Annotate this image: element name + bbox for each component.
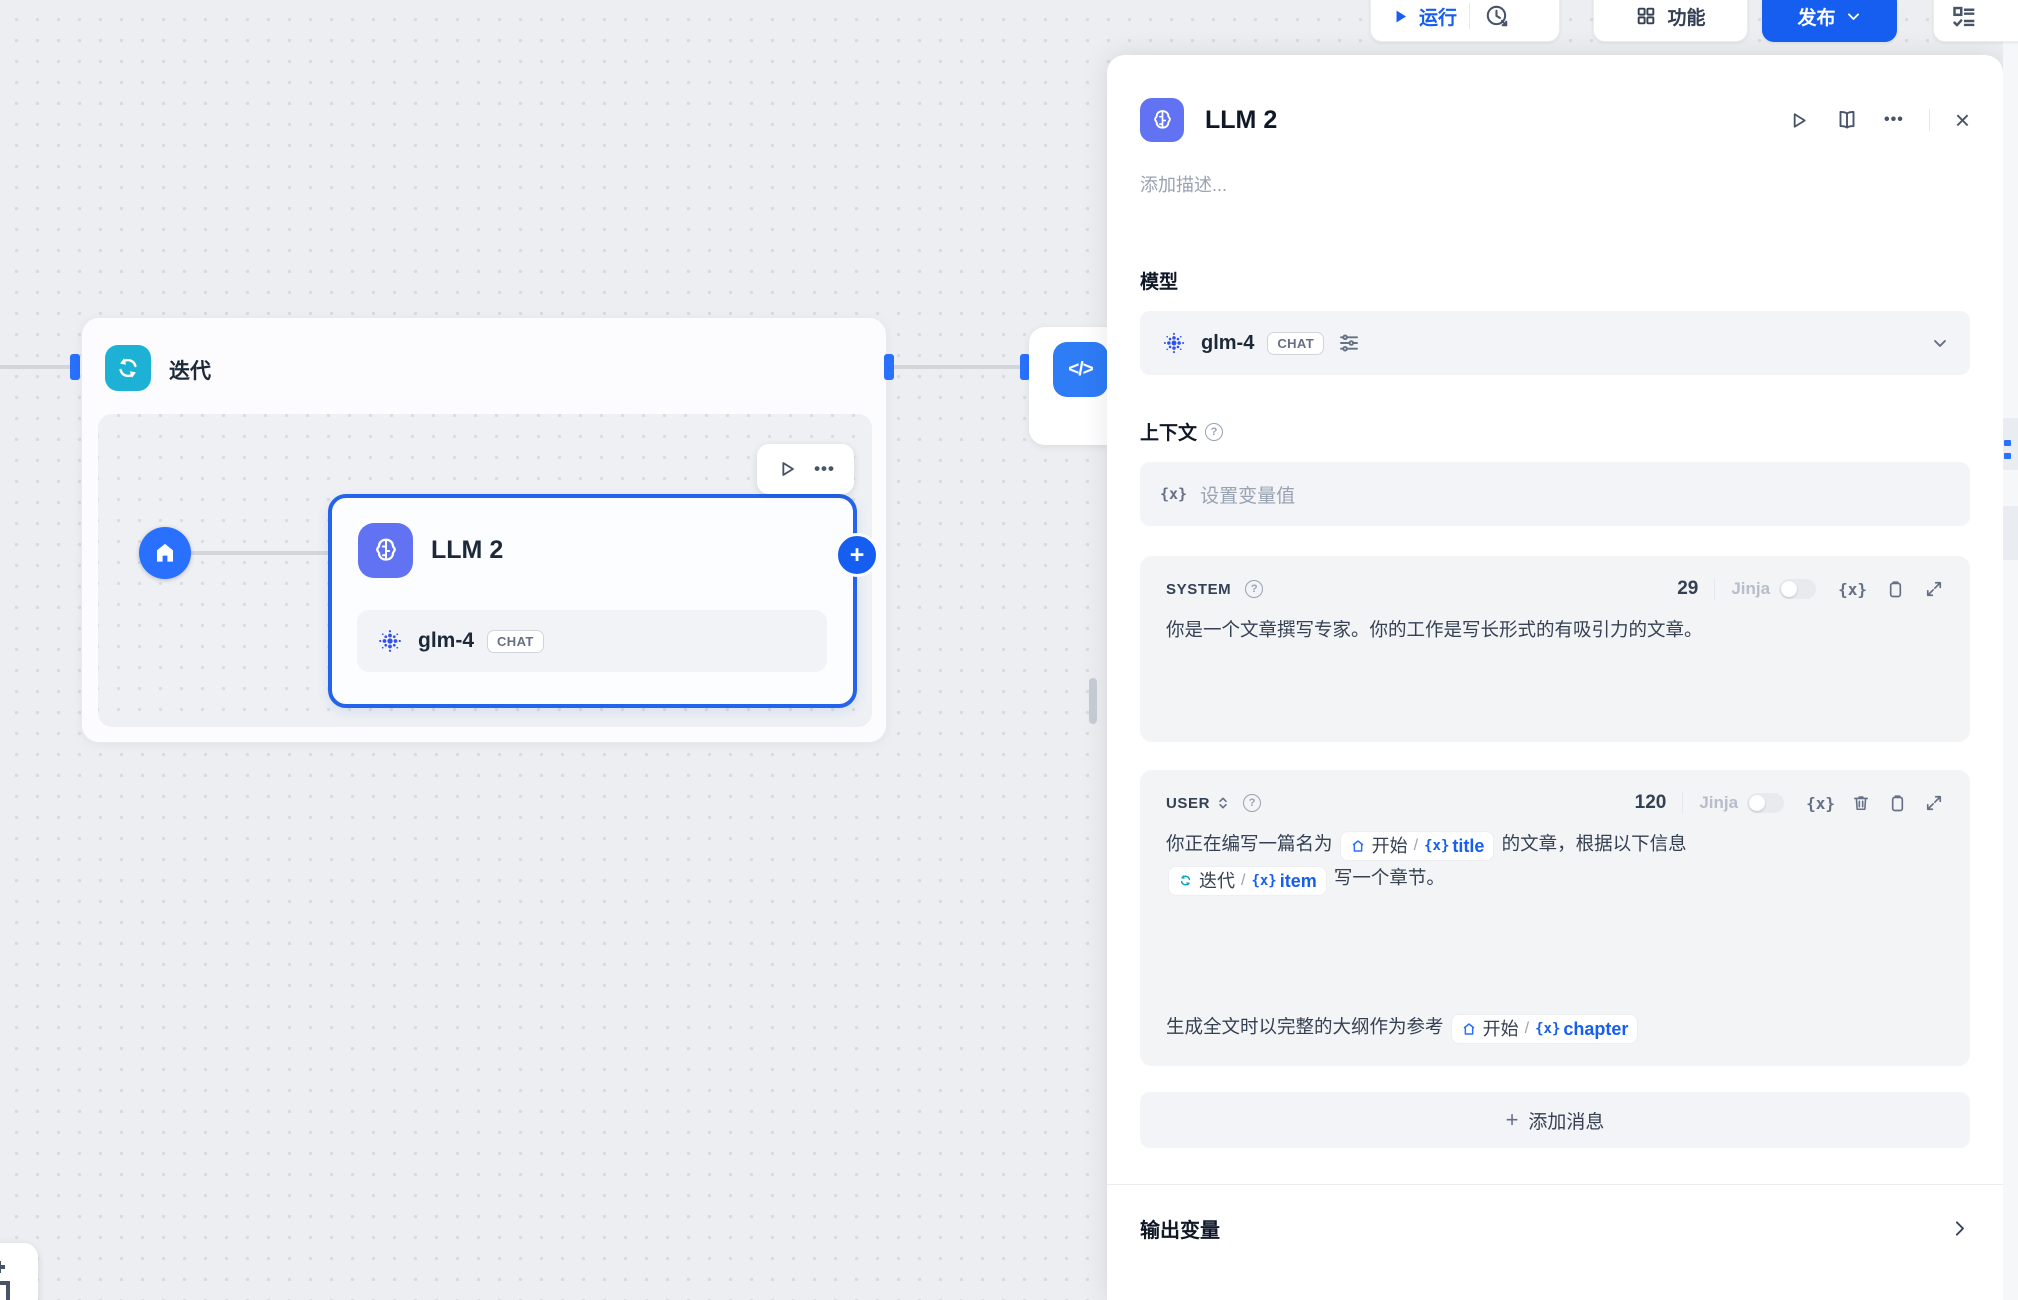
jinja-toggle[interactable] xyxy=(1779,579,1816,599)
iteration-input-port[interactable] xyxy=(70,354,80,380)
system-role-label: SYSTEM xyxy=(1166,581,1231,598)
chevron-down-icon xyxy=(1845,8,1862,25)
run-group: 运行 xyxy=(1370,0,1560,42)
model-badge: CHAT xyxy=(1267,332,1324,355)
help-icon: ? xyxy=(1245,580,1263,598)
llm-node-model-row: glm-4 CHAT xyxy=(357,610,827,672)
node-more-button[interactable]: ••• xyxy=(814,459,835,479)
copy-icon[interactable] xyxy=(1885,579,1906,600)
docs-book-button[interactable] xyxy=(1835,108,1859,132)
context-variable-input[interactable]: {x} 设置变量值 xyxy=(1140,462,1970,526)
panel-resize-handle[interactable] xyxy=(1089,678,1097,724)
expand-icon[interactable] xyxy=(1924,793,1944,813)
llm-add-next-button[interactable]: + xyxy=(835,533,879,577)
header-divider xyxy=(1929,109,1930,131)
chevron-right-icon xyxy=(1949,1218,1970,1239)
plus-icon: + xyxy=(1506,1107,1519,1133)
jinja-label: Jinja xyxy=(1699,793,1738,813)
token-count: 120 xyxy=(1635,792,1667,814)
edge-into-iteration xyxy=(0,365,72,369)
token-count: 29 xyxy=(1677,578,1698,600)
glm-model-icon xyxy=(1160,329,1188,357)
iteration-icon xyxy=(105,345,151,391)
help-icon: ? xyxy=(1243,794,1261,812)
llm-node-model-name: glm-4 xyxy=(418,629,474,653)
system-prompt-text[interactable]: 你是一个文章撰写专家。你的工作是写长形式的有吸引力的文章。 xyxy=(1140,600,1970,647)
context-section-label: 上下文 ? xyxy=(1140,418,1970,445)
grid-icon xyxy=(1635,5,1657,27)
insert-variable-button[interactable]: {x} xyxy=(1806,794,1835,813)
home-icon xyxy=(152,540,178,566)
variable-pill-title[interactable]: 开始/ {x}title xyxy=(1341,832,1494,860)
system-message-box[interactable]: SYSTEM ? 29 Jinja {x} xyxy=(1140,556,1970,742)
model-selector[interactable]: glm-4 CHAT xyxy=(1140,311,1970,375)
variable-pill-chapter[interactable]: 开始/ {x}chapter xyxy=(1452,1015,1638,1043)
right-edge-panel-sliver xyxy=(2003,0,2018,1300)
copy-icon[interactable] xyxy=(1887,793,1908,814)
panel-run-button[interactable] xyxy=(1787,109,1810,132)
role-switch-icon[interactable] xyxy=(1215,795,1231,811)
model-section-label: 模型 xyxy=(1140,267,1970,294)
user-prompt-text-tail[interactable]: 生成全文时以完整的大纲作为参考 开始/ {x}chapter xyxy=(1140,1010,1666,1044)
llm-node-selected[interactable]: LLM 2 + glm-4 CHAT xyxy=(328,494,857,708)
variable-pill-item[interactable]: 迭代/ {x}item xyxy=(1169,867,1326,895)
add-block-palette[interactable] xyxy=(0,1243,38,1300)
delete-icon[interactable] xyxy=(1851,793,1871,813)
loop-icon xyxy=(1178,873,1193,888)
llm-node-toolbar: ••• xyxy=(757,444,854,494)
edge-start-to-llm xyxy=(191,551,330,555)
features-button[interactable]: 功能 xyxy=(1593,0,1748,42)
jinja-label: Jinja xyxy=(1731,579,1770,599)
llm-node-model-badge: CHAT xyxy=(487,630,544,653)
user-role-label: USER xyxy=(1166,795,1210,812)
model-chevron-down-icon xyxy=(1930,333,1950,353)
run-button[interactable]: 运行 xyxy=(1371,0,1457,41)
insert-variable-button[interactable]: {x} xyxy=(1838,580,1867,599)
section-divider xyxy=(1107,1184,2003,1185)
panel-more-button[interactable]: ••• xyxy=(1884,111,1904,129)
play-icon xyxy=(1391,7,1410,26)
glm-model-icon xyxy=(375,626,405,656)
publish-button[interactable]: 发布 xyxy=(1762,0,1897,42)
iteration-output-port[interactable] xyxy=(884,354,894,380)
help-icon: ? xyxy=(1205,423,1223,441)
llm-node-title: LLM 2 xyxy=(431,536,503,565)
description-placeholder[interactable]: 添加描述... xyxy=(1140,171,1970,197)
user-prompt-text[interactable]: 你正在编写一篇名为 开始/ {x}title 的文章，根据以下信息 xyxy=(1140,814,1970,895)
code-icon: </> xyxy=(1053,342,1108,397)
iteration-node-title: 迭代 xyxy=(169,355,211,385)
output-variables-section[interactable]: 输出变量 xyxy=(1107,1207,2003,1249)
workflow-canvas[interactable]: 迭代 ••• LLM 2 + xyxy=(0,0,2018,1300)
edge-iteration-to-code xyxy=(894,365,1020,369)
close-panel-button[interactable]: × xyxy=(1955,105,1970,136)
toolbar-divider xyxy=(1469,3,1470,29)
expand-icon[interactable] xyxy=(1924,579,1944,599)
llm-config-panel: LLM 2 ••• × 添加描述... xyxy=(1107,55,2003,1300)
checklist-button[interactable] xyxy=(1933,0,2018,42)
model-params-icon[interactable] xyxy=(1337,331,1361,355)
home-icon xyxy=(1461,1021,1477,1037)
variable-icon: {x} xyxy=(1160,485,1187,503)
home-icon xyxy=(1350,838,1366,854)
run-history-button[interactable] xyxy=(1484,3,1510,29)
panel-title: LLM 2 xyxy=(1205,106,1787,135)
llm-node-icon xyxy=(358,523,413,578)
model-name: glm-4 xyxy=(1201,332,1254,355)
add-message-button[interactable]: + 添加消息 xyxy=(1140,1092,1970,1148)
iteration-start-node[interactable] xyxy=(139,527,191,579)
user-message-box[interactable]: USER ? 120 Jinja {x} xyxy=(1140,770,1970,1066)
jinja-toggle[interactable] xyxy=(1747,793,1784,813)
node-play-button[interactable] xyxy=(776,458,798,480)
panel-llm-icon xyxy=(1140,98,1184,142)
